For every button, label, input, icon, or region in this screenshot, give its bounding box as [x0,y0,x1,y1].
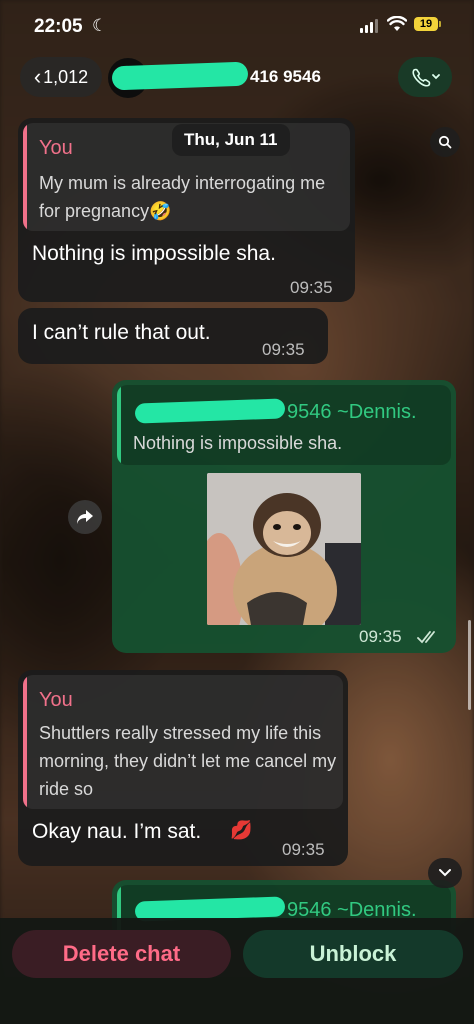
scrollbar[interactable] [468,620,471,710]
message-time: 09:35 [359,627,402,646]
forward-button[interactable] [68,500,102,534]
status-bar: 22:05 ☾ 19 [0,0,474,50]
scroll-down-button[interactable] [428,858,462,888]
message-text: Nothing is impossible sha. [32,242,276,265]
forward-icon [77,510,93,524]
battery-tip [439,21,441,27]
contact-name[interactable]: 416 9546 [111,60,350,94]
message-bubble-incoming[interactable]: I can’t rule that out. 09:35 [18,308,328,364]
search-button[interactable] [430,127,460,157]
quote-text: Nothing is impossible sha. [133,433,343,453]
phone-icon [412,68,440,87]
kiss-emoji: 💋 [230,820,253,840]
search-icon [438,135,452,149]
message-time: 09:35 [262,340,305,359]
unblock-button[interactable]: Unblock [243,930,463,978]
status-time: 22:05 [34,16,83,37]
contact-number-suffix: 416 9546 [250,67,321,86]
back-button[interactable]: ‹ 1,012 [20,57,102,97]
chevron-left-icon: ‹ [33,64,42,89]
quoted-message[interactable]: 9546 ~Dennis. Nothing is impossible sha. [117,385,451,465]
message-time: 09:35 [290,278,333,297]
quote-author: 9546 ~Dennis. [287,401,417,423]
battery-icon: 19 [414,17,438,31]
chat-header: ‹ 1,012 416 9546 [0,52,474,102]
message-text: I can’t rule that out. [32,321,211,344]
redaction-mark [111,61,249,91]
message-time: 09:35 [282,840,325,859]
do-not-disturb-icon: ☾ [92,16,108,35]
monkey-illustration [207,473,361,625]
cellular-signal-icon [360,19,378,33]
delete-chat-button[interactable]: Delete chat [12,930,231,978]
unread-count: 1,012 [43,66,89,87]
quote-author: You [39,137,73,159]
message-bubble-incoming[interactable]: You Shuttlers really stressed my life th… [18,670,348,866]
quote-text: Shuttlers really stressed my life this m… [39,723,337,799]
quote-author: You [39,689,73,711]
quoted-message[interactable]: You Shuttlers really stressed my life th… [23,675,343,809]
blocked-contact-action-bar: Delete chat Unblock [0,918,474,1024]
date-pill: Thu, Jun 11 [172,124,290,156]
read-receipt-icon [417,631,435,644]
monkey-sticker-image[interactable] [207,473,361,625]
message-text: Okay nau. I’m sat. [32,820,202,843]
wifi-icon [387,16,407,31]
quote-text: My mum is already interrogating me for p… [39,173,326,221]
chevron-down-icon [439,869,451,877]
call-button[interactable] [398,57,452,97]
redaction-mark [134,398,286,424]
